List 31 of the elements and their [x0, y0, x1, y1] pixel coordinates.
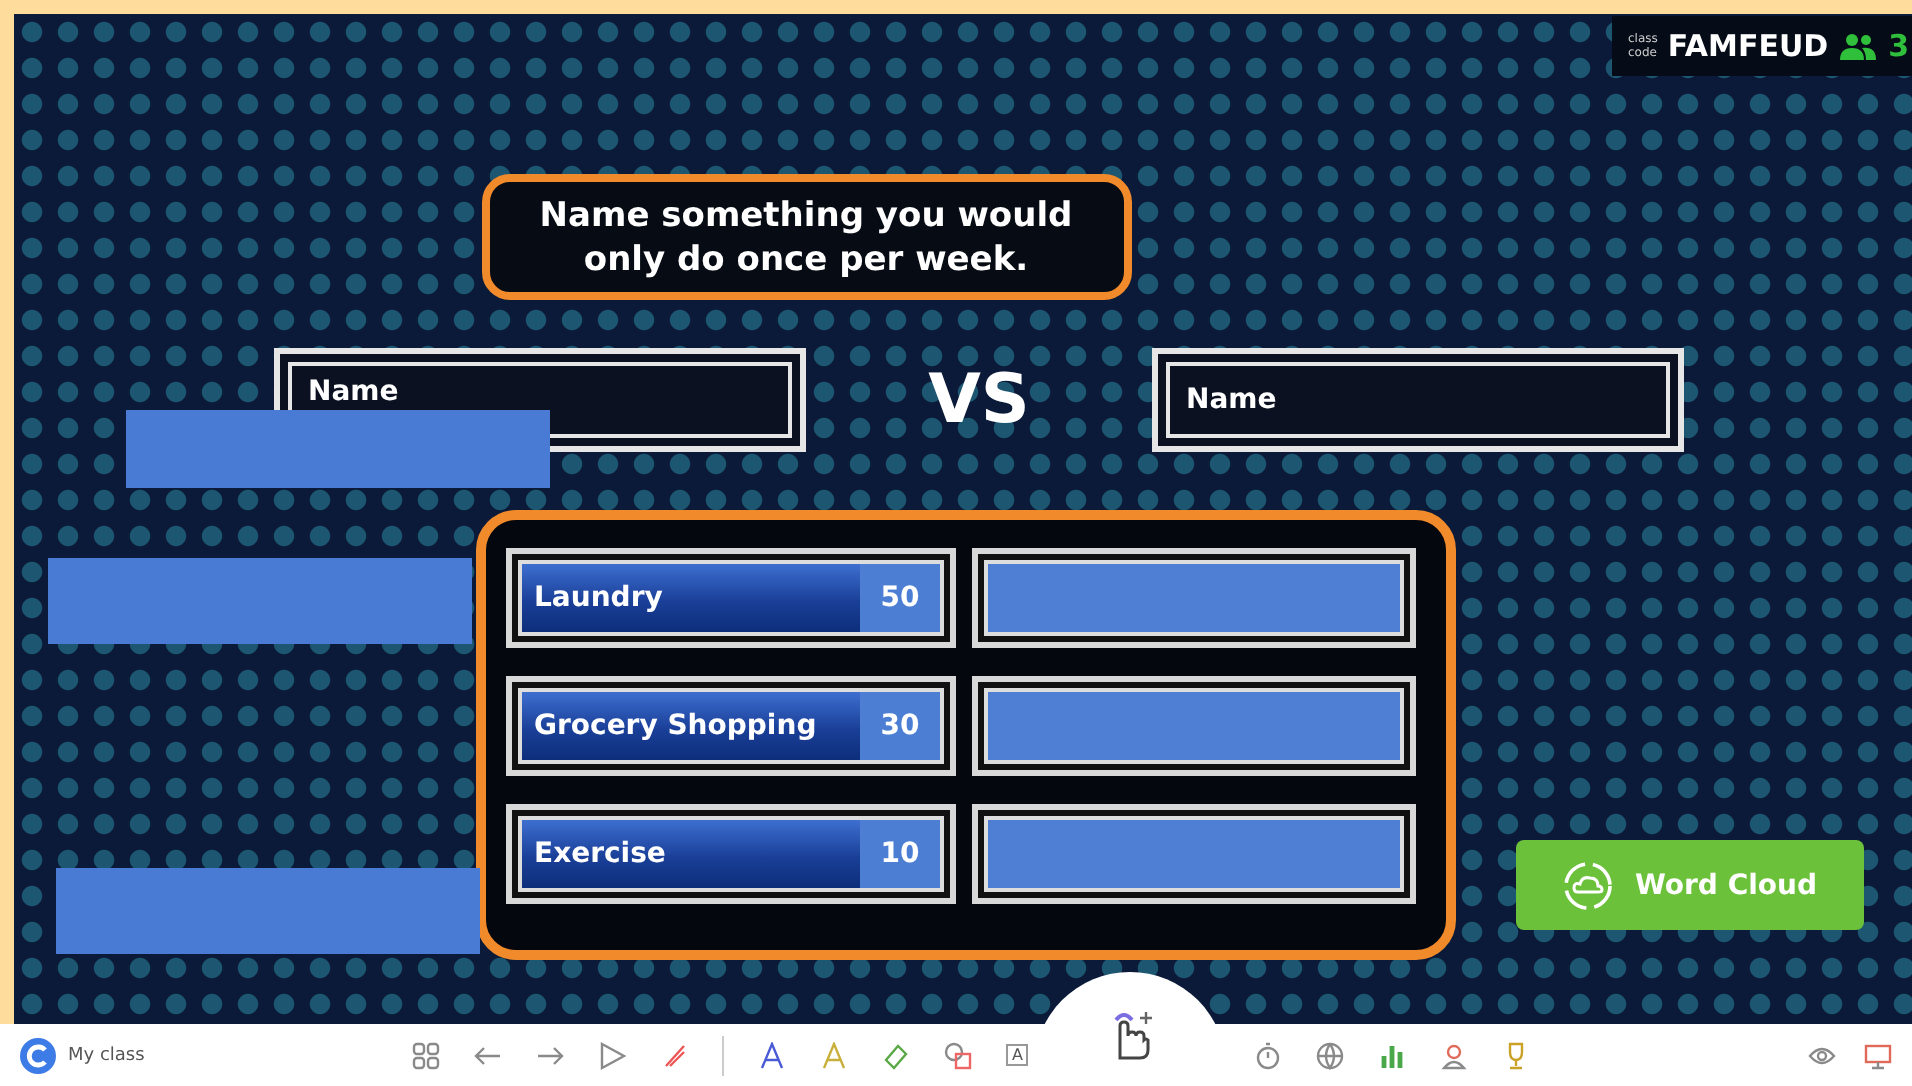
highlighter-icon[interactable]: [820, 1041, 848, 1069]
answer-points: 30: [860, 692, 940, 760]
laser-pen-icon[interactable]: [660, 1041, 688, 1069]
bar-chart-icon[interactable]: [1378, 1041, 1407, 1069]
answer-points: 10: [860, 820, 940, 888]
pointer-icon[interactable]: [598, 1041, 626, 1069]
pen-icon[interactable]: [758, 1041, 786, 1069]
grid-icon[interactable]: [412, 1041, 440, 1069]
forward-arrow-icon[interactable]: [536, 1041, 564, 1069]
question-text: Name something you would only do once per week.: [537, 193, 1075, 281]
back-arrow-icon[interactable]: [474, 1041, 502, 1069]
class-code: FAMFEUD: [1667, 28, 1829, 64]
participant-count: 3: [1888, 28, 1910, 64]
people-icon: [1838, 32, 1879, 60]
answer-points: 50: [860, 564, 940, 632]
vs-label: VS: [926, 360, 1032, 440]
cloud-icon: [1562, 859, 1615, 911]
shapes-icon[interactable]: [944, 1041, 972, 1069]
presentation-icon[interactable]: [1864, 1041, 1892, 1069]
globe-icon[interactable]: [1316, 1041, 1345, 1069]
answer-text: Exercise: [532, 836, 668, 874]
class-name: My class: [68, 1045, 145, 1065]
team-name: Name: [308, 376, 399, 408]
answer-text: Laundry: [532, 580, 665, 618]
person-icon[interactable]: [1440, 1041, 1469, 1069]
answer-text: Grocery Shopping: [532, 708, 819, 746]
text-tool-button[interactable]: A: [1006, 1044, 1029, 1066]
eraser-icon[interactable]: [882, 1041, 910, 1069]
timer-icon[interactable]: [1254, 1041, 1283, 1069]
app-logo-icon: [20, 1037, 56, 1073]
team-name: Name: [1186, 384, 1277, 416]
